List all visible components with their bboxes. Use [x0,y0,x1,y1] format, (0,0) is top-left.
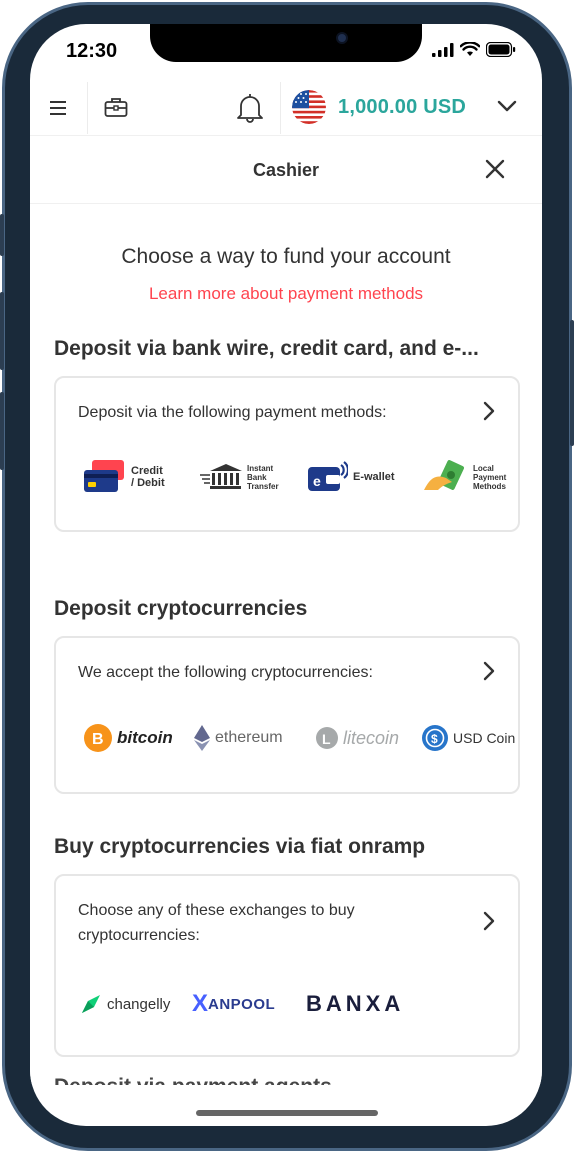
signal-icon [432,42,454,57]
chevron-right-icon[interactable] [482,400,496,422]
local-label: Local [473,463,494,473]
page-title: Cashier [252,160,320,180]
svg-text:e: e [313,473,321,489]
changelly-logo: changelly [80,993,192,1015]
cashier-content: Choose a way to fund your account Learn … [30,205,542,1085]
camera [336,32,348,44]
bank-card-description: Deposit via the following payment method… [78,404,387,421]
status-time: 12:30 [66,40,118,62]
usdcoin-icon: $ [422,725,448,751]
battery-icon [486,42,516,57]
bank-methods-card[interactable]: Deposit via the following payment method… [54,376,520,532]
ewallet-label: E-wallet [353,471,395,483]
status-icons [432,42,516,57]
svg-text:$: $ [431,732,438,746]
xanpool-x-mark: X [192,990,209,1017]
bitcoin-icon: B [84,724,112,752]
close-icon[interactable] [484,158,506,180]
payment-label: Payment [473,472,507,482]
fiat-onramp-card[interactable]: Choose any of these exchanges to buy cry… [54,874,520,1057]
home-indicator [196,1110,378,1116]
side-button-left-3 [0,392,4,470]
side-button-left-2 [0,292,4,370]
topbar-divider [280,82,281,134]
exchange-logos: changelly X ANPOOL BANXA [56,990,518,1018]
changelly-label: changelly [107,995,171,1013]
chevron-right-icon[interactable] [482,910,496,932]
agents-section-title: Deposit via payment agents [54,1075,332,1085]
cash-hand-icon [424,460,464,490]
litecoin-icon: L [316,727,338,749]
side-button-left-1 [0,214,4,256]
banxa-label: BANXA [306,991,405,1016]
litecoin-label: litecoin [343,727,400,748]
svg-text:B: B [92,731,104,748]
app-topbar: 1,000.00 USD [30,80,542,136]
us-flag-icon[interactable] [292,90,326,124]
hamburger-menu-icon[interactable] [48,98,70,118]
changelly-icon [82,995,100,1013]
notification-bell-icon[interactable] [236,92,264,124]
xanpool-label: ANPOOL [208,995,276,1013]
usdcoin-label: USD Coin [453,730,516,746]
app-screen: 12:30 1,000.00 USD Cashier Choose a way … [30,24,542,1126]
payment-method-logos: Credit / Debit Instant Bank Transfer e E… [56,460,518,494]
ethereum-icon [194,725,210,751]
cashier-header: Cashier [30,136,542,204]
bank-section-title: Deposit via bank wire, credit card, and … [54,337,479,360]
instant-bank-transfer-logo: Instant Bank Transfer [200,463,308,491]
banxa-logo: BANXA [306,991,404,1017]
debit-label: / Debit [131,477,165,489]
methods-label: Methods [473,481,506,491]
xanpool-logo: X ANPOOL [192,990,306,1018]
side-button-right [570,320,574,446]
chevron-right-icon[interactable] [482,660,496,682]
cryptocurrency-logos: B bitcoin ethereum L litecoin $ USD Coin [56,724,518,752]
learn-more-link[interactable]: Learn more about payment methods [30,284,542,304]
crypto-card-description: We accept the following cryptocurrencies… [78,664,373,681]
bitcoin-logo: B bitcoin [84,724,194,752]
topbar-divider [87,82,88,134]
svg-text:L: L [322,731,331,747]
ethereum-logo: ethereum [194,725,316,751]
ewallet-logo: e E-wallet [308,461,424,493]
ewallet-icon: e [308,461,348,491]
litecoin-logo: L litecoin [316,727,422,749]
credit-card-icon [84,460,124,492]
fiat-section-title: Buy cryptocurrencies via fiat onramp [54,835,426,858]
ethereum-label: ethereum [215,729,283,746]
bank-label: Bank [247,472,267,482]
credit-debit-logo: Credit / Debit [84,460,200,494]
bank-building-icon [200,464,242,489]
credit-label: Credit [131,465,163,477]
transfer-label: Transfer [247,481,279,491]
bitcoin-label: bitcoin [117,728,173,747]
instant-label: Instant [247,463,274,473]
account-balance[interactable]: 1,000.00 USD [338,96,466,119]
crypto-section-title: Deposit cryptocurrencies [54,597,308,620]
notch [150,24,422,62]
local-payment-methods-logo: Local Payment Methods [424,460,506,494]
fund-account-heading: Choose a way to fund your account [121,245,451,268]
usdcoin-logo: $ USD Coin [422,725,515,751]
briefcase-icon[interactable] [104,96,128,118]
wifi-icon [460,42,480,56]
fiat-card-description: Choose any of these exchanges to buy cry… [78,902,355,944]
crypto-methods-card[interactable]: We accept the following cryptocurrencies… [54,636,520,794]
chevron-down-icon[interactable] [496,98,518,114]
